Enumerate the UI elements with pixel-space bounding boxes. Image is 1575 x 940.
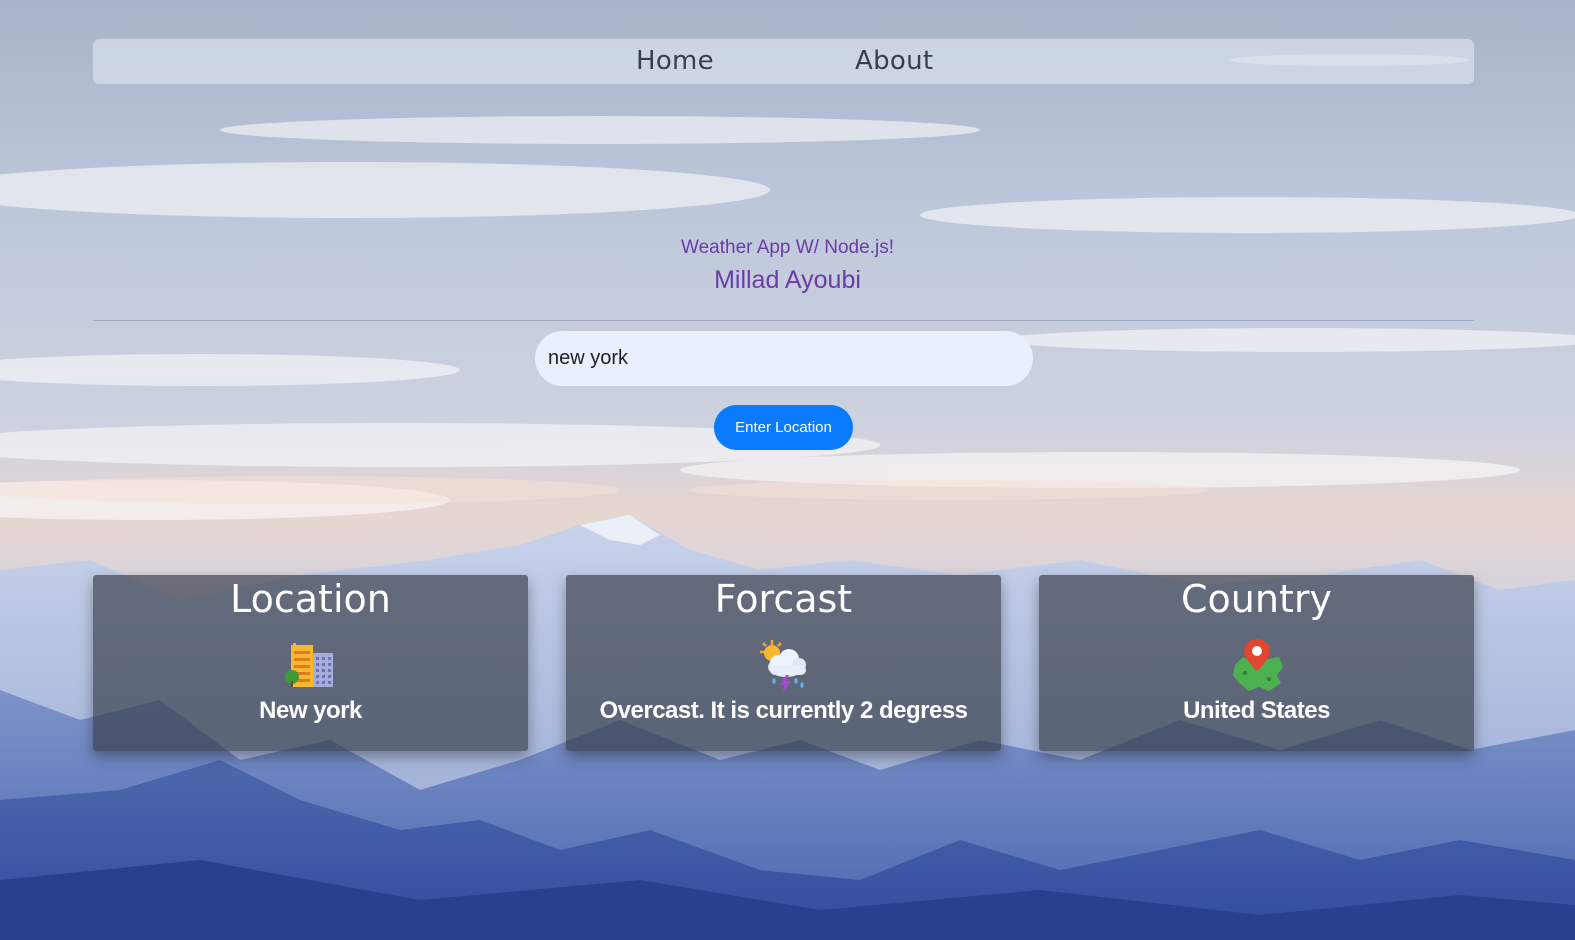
nav-home-link[interactable]: Home (636, 46, 714, 76)
location-input[interactable] (535, 331, 1033, 386)
nav-about-link[interactable]: About (855, 46, 933, 76)
enter-location-button[interactable]: Enter Location (714, 405, 853, 450)
forecast-value: Overcast. It is currently 2 degress (599, 697, 968, 724)
location-value: New york (259, 697, 362, 724)
country-card: Country United States (1039, 575, 1474, 751)
author-name: Millad Ayoubi (714, 266, 861, 294)
forecast-card: Forcast Overcast. It is currently 2 degr… (566, 575, 1001, 751)
sun-cloud-storm-icon (756, 637, 812, 693)
divider (93, 320, 1474, 321)
background-landscape (0, 0, 1575, 940)
location-card-title: Location (230, 577, 391, 621)
country-card-title: Country (1181, 577, 1332, 621)
location-card: Location New york (93, 575, 528, 751)
forecast-card-title: Forcast (714, 577, 853, 621)
map-pin-icon (1229, 637, 1285, 693)
city-buildings-icon (283, 637, 339, 693)
app-subtitle: Weather App W/ Node.js! (681, 237, 894, 258)
country-value: United States (1183, 697, 1330, 724)
navbar: Home About (93, 39, 1474, 84)
